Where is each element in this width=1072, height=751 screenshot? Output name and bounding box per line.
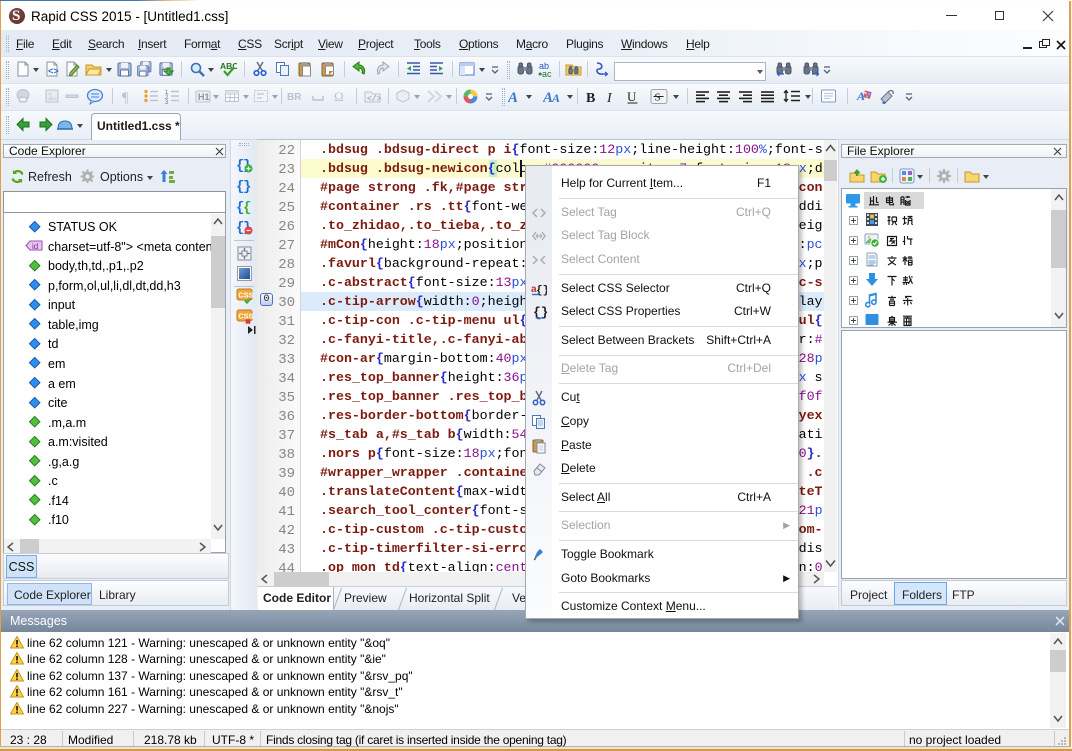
svg-text:}: } — [243, 179, 251, 194]
svg-text:ABC: ABC — [220, 61, 237, 71]
svg-text:id: id — [32, 242, 38, 251]
svg-text:CSS: CSS — [238, 312, 253, 321]
svg-text:ac: ac — [542, 69, 552, 78]
svg-text:¶: ¶ — [122, 90, 129, 105]
svg-text:A: A — [508, 90, 518, 105]
svg-text:B: B — [586, 91, 595, 105]
svg-text:U: U — [627, 89, 637, 104]
svg-text:A: A — [551, 91, 560, 105]
svg-text:H1: H1 — [198, 92, 210, 102]
svg-text:</>: </> — [367, 95, 381, 104]
svg-text:<>: <> — [48, 67, 59, 77]
svg-text:3: 3 — [165, 100, 169, 104]
svg-text:S: S — [655, 92, 661, 104]
svg-text:CSS: CSS — [238, 291, 253, 300]
svg-text:I: I — [606, 91, 613, 105]
svg-text:BR: BR — [287, 92, 302, 103]
svg-text:{: { — [243, 200, 251, 215]
svg-text:{}: {} — [533, 305, 547, 320]
svg-text:Ω: Ω — [334, 89, 344, 104]
